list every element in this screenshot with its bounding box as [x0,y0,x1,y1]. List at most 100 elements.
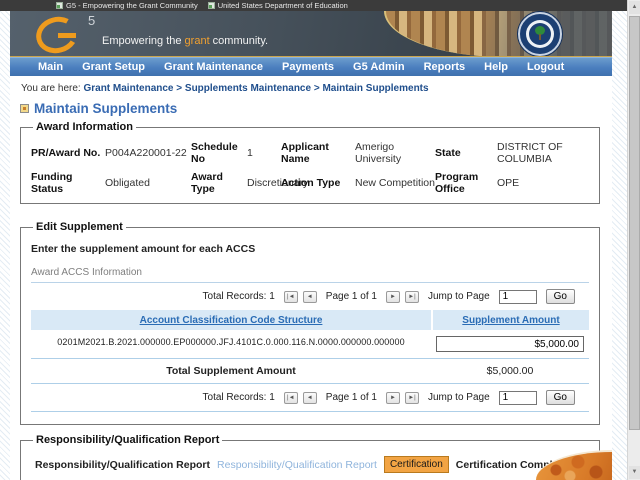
document-icon [20,104,29,113]
responsibility-qualification-legend: Responsibility/Qualification Report [33,434,222,446]
schedule-no-label: Schedule No [191,141,247,165]
applicant-name-label: Applicant Name [281,141,355,165]
broken-image-icon [208,2,215,9]
program-office-value: OPE [497,177,589,189]
page-content: You are here: Grant Maintenance > Supple… [10,76,612,480]
nav-item-payments[interactable]: Payments [282,61,334,73]
app-tab-g5-label: G5 - Empowering the Grant Community [66,1,198,10]
pagination-bottom: Total Records: 1 |◄ ◄ Page 1 of 1 ► ►| J… [31,384,589,412]
window-title-bar: G5 - Empowering the Grant Community Unit… [0,0,640,11]
accs-section-label: Award ACCS Information [31,267,589,283]
instruction-text: Enter the supplement amount for each ACC… [31,243,589,255]
scroll-thumb[interactable] [629,16,640,430]
schedule-no-value: 1 [247,147,281,159]
edit-supplement-legend: Edit Supplement [33,221,126,233]
next-page-button[interactable]: ► [386,392,400,404]
edit-supplement-fieldset: Edit Supplement Enter the supplement amo… [20,221,600,425]
breadcrumb-separator: > [314,83,320,94]
jump-to-page-input[interactable] [499,391,537,405]
screen: G5 - Empowering the Grant Community Unit… [0,0,640,480]
page-indicator: Page 1 of 1 [326,392,377,403]
vertical-scrollbar[interactable]: ▲ ▼ [627,0,640,480]
pagination-top: Total Records: 1 |◄ ◄ Page 1 of 1 ► ►| J… [31,283,589,310]
responsibility-qualification-fieldset: Responsibility/Qualification Report Resp… [20,434,600,480]
go-button[interactable]: Go [546,390,575,405]
g5-logo: 5 [32,13,94,55]
go-button[interactable]: Go [546,289,575,304]
applicant-name-value: Amerigo University [355,141,435,165]
responsibility-report-link[interactable]: Responsibility/Qualification Report [217,459,377,471]
state-label: State [435,147,497,159]
tagline-accent: grant [185,35,210,47]
accs-table: Account Classification Code Structure Su… [31,310,589,384]
seal-trunk [539,34,541,40]
action-type-value: New Competition [355,177,435,189]
jump-to-page-label: Jump to Page [428,291,490,302]
nav-item-grant-maintenance[interactable]: Grant Maintenance [164,61,263,73]
app-tab-ed[interactable]: United States Department of Education [208,1,348,10]
broken-image-icon [56,2,63,9]
accs-table-row: 0201M2021.B.2021.000000.EP000000.JFJ.410… [31,330,589,358]
funding-status-label: Funding Status [31,171,105,195]
nav-item-logout[interactable]: Logout [527,61,564,73]
jump-to-page-input[interactable] [499,290,537,304]
breadcrumb-link-maintain-supplements[interactable]: Maintain Supplements [322,83,428,94]
main-nav: Main Grant Setup Grant Maintenance Payme… [10,57,612,76]
total-records-text: Total Records: 1 [203,392,275,403]
tagline: Empowering the grant community. [102,35,268,47]
accs-column-header-link[interactable]: Account Classification Code Structure [140,315,323,326]
g5-logo-five: 5 [88,13,95,28]
supplement-amount-column-header-link[interactable]: Supplement Amount [462,315,559,326]
program-office-label: Program Office [435,171,497,195]
nav-item-help[interactable]: Help [484,61,508,73]
certification-button[interactable]: Certification [384,456,449,473]
first-page-button[interactable]: |◄ [284,392,298,404]
award-type-value: Discretionary [247,177,281,189]
next-page-button[interactable]: ► [386,291,400,303]
nav-item-grant-setup[interactable]: Grant Setup [82,61,145,73]
app-header-banner: 5 Empowering the grant community. [10,11,612,57]
supplement-amount-input[interactable] [436,336,584,352]
breadcrumb-link-grant-maintenance[interactable]: Grant Maintenance [83,83,173,94]
pr-award-no-label: PR/Award No. [31,147,105,159]
funding-status-value: Obligated [105,177,191,189]
library-photo [384,11,612,57]
award-type-label: Award Type [191,171,247,195]
nav-item-main[interactable]: Main [38,61,63,73]
accs-table-total-row: Total Supplement Amount $5,000.00 [31,358,589,384]
scroll-up-button[interactable]: ▲ [629,1,640,14]
breadcrumb-prefix: You are here: [21,83,81,94]
nav-item-g5-admin[interactable]: G5 Admin [353,61,405,73]
page-title-row: Maintain Supplements [20,101,606,116]
responsibility-row: Responsibility/Qualification Report Resp… [31,452,589,476]
responsibility-report-label: Responsibility/Qualification Report [35,459,210,471]
total-records-text: Total Records: 1 [203,291,275,302]
award-information-legend: Award Information [33,121,136,133]
breadcrumb: You are here: Grant Maintenance > Supple… [18,83,606,94]
prev-page-button[interactable]: ◄ [303,291,317,303]
breadcrumb-separator: > [176,83,182,94]
state-value: DISTRICT OF COLUMBIA [497,141,589,165]
prev-page-button[interactable]: ◄ [303,392,317,404]
page-indicator: Page 1 of 1 [326,291,377,302]
pr-award-no-value: P004A220001-22 [105,147,191,159]
nav-item-reports[interactable]: Reports [424,61,466,73]
department-of-education-seal [518,12,562,56]
total-supplement-amount-value: $5,000.00 [431,359,589,383]
app-tab-ed-label: United States Department of Education [218,1,348,10]
g5-logo-bar [58,33,76,38]
last-page-button[interactable]: ►| [405,291,419,303]
jump-to-page-label: Jump to Page [428,392,490,403]
award-information-fieldset: Award Information PR/Award No. P004A2200… [20,121,600,204]
app-tab-g5[interactable]: G5 - Empowering the Grant Community [56,1,198,10]
action-type-label: Action Type [281,177,355,189]
page-title: Maintain Supplements [34,101,177,116]
scroll-down-button[interactable]: ▼ [629,466,640,479]
accs-table-header-row: Account Classification Code Structure Su… [31,310,589,330]
last-page-button[interactable]: ►| [405,392,419,404]
accs-code-value: 0201M2021.B.2021.000000.EP000000.JFJ.410… [57,337,404,347]
award-info-grid: PR/Award No. P004A220001-22 Schedule No … [31,139,589,195]
total-supplement-amount-label: Total Supplement Amount [31,359,431,383]
breadcrumb-link-supplements-maintenance[interactable]: Supplements Maintenance [185,83,311,94]
first-page-button[interactable]: |◄ [284,291,298,303]
